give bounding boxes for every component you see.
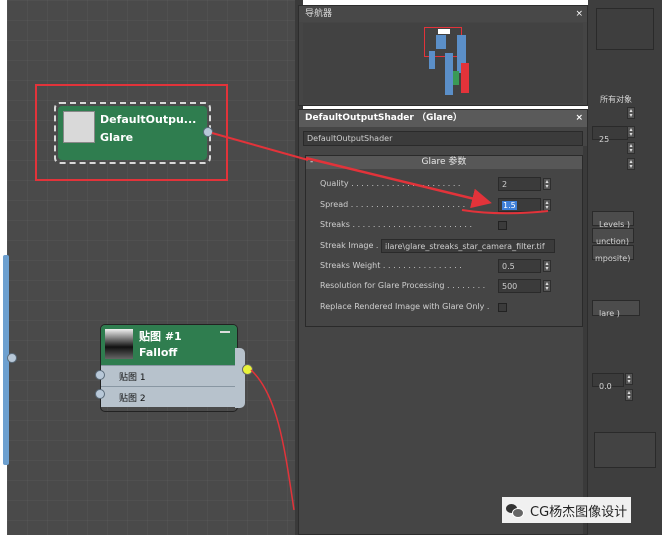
overlay-layer	[211, 132, 549, 511]
falloff-connection-wire	[250, 369, 295, 511]
output-connection-wire	[211, 132, 309, 161]
spread-underline	[461, 209, 549, 215]
annotation-arrow	[305, 156, 492, 209]
watermark: CG杨杰图像设计	[502, 497, 632, 523]
wechat-icon	[506, 503, 524, 518]
watermark-text: CG杨杰图像设计	[530, 504, 628, 520]
